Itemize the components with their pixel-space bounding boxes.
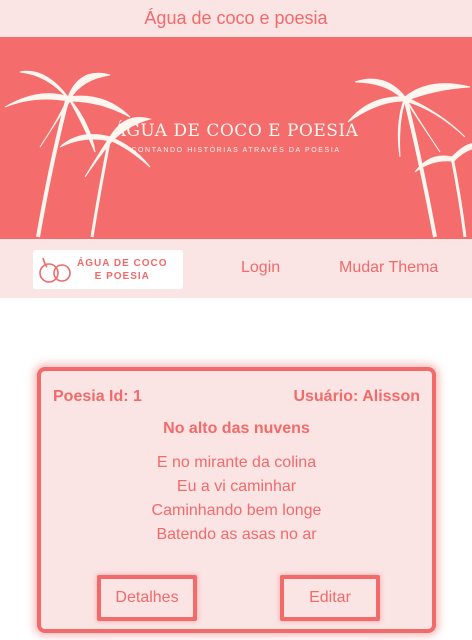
logo-line-2: E POESIA — [94, 270, 150, 282]
edit-button[interactable]: Editar — [280, 575, 380, 621]
banner-title: ÁGUA DE COCO E POESIA — [113, 121, 359, 141]
poem-user: Usuário: Alisson — [293, 388, 420, 405]
logo[interactable]: ÁGUA DE COCO E POESIA — [33, 250, 183, 289]
poem-id: Poesia Id: 1 — [53, 388, 142, 405]
navbar: ÁGUA DE COCO E POESIA Login Mudar Thema — [0, 239, 472, 298]
logo-text: ÁGUA DE COCO E POESIA — [77, 257, 168, 283]
page-title: Água de coco e poesia — [0, 0, 472, 37]
hero-banner: ÁGUA DE COCO E POESIA CONTANDO HISTÓRIAS… — [0, 37, 472, 239]
poem-verse: Batendo as asas no ar — [156, 526, 317, 543]
login-link[interactable]: Login — [241, 259, 280, 277]
coconut-icon — [39, 257, 71, 283]
poem-verse: E no mirante da colina — [156, 454, 317, 471]
change-theme-link[interactable]: Mudar Thema — [339, 259, 438, 277]
poem-verses: E no mirante da colina Eu a vi caminhar … — [41, 451, 432, 547]
poem-card: Poesia Id: 1 Usuário: Alisson No alto da… — [37, 367, 436, 633]
poem-verse: Caminhando bem longe — [151, 502, 322, 519]
poem-title: No alto das nuvens — [163, 420, 310, 437]
logo-line-1: ÁGUA DE COCO — [77, 257, 168, 269]
page-title-text: Água de coco e poesia — [144, 8, 328, 28]
poem-verse: Eu a vi caminhar — [176, 478, 297, 495]
details-button[interactable]: Detalhes — [97, 575, 197, 621]
banner-subtitle: CONTANDO HISTÓRIAS ATRAVÉS DA POESIA — [131, 147, 341, 154]
